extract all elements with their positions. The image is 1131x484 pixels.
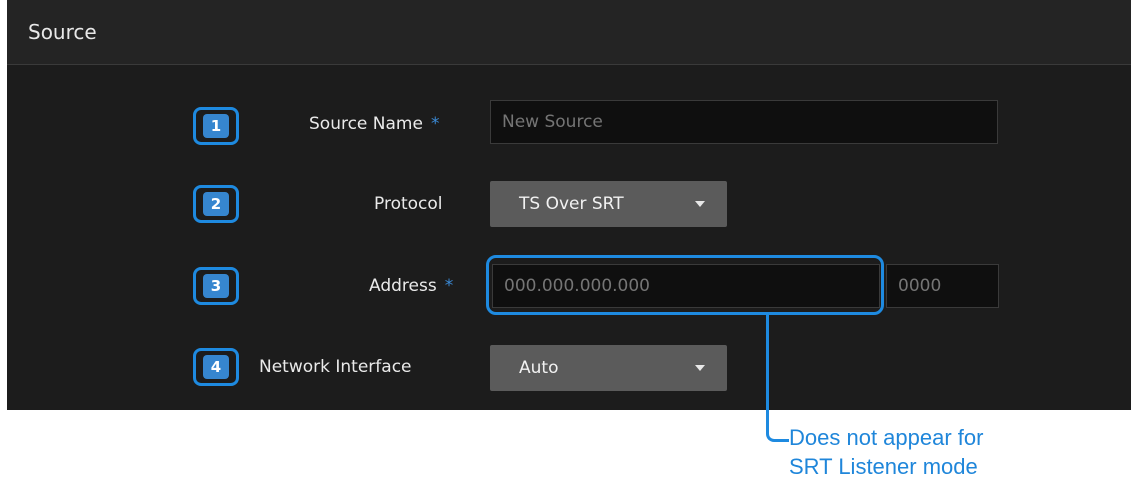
network-interface-selected-value: Auto <box>519 358 559 378</box>
panel-header: Source <box>7 0 1131 65</box>
callout-note: Does not appear for SRT Listener mode <box>789 423 983 481</box>
step-badge-1: 1 <box>193 107 239 145</box>
source-name-input[interactable] <box>490 100 998 144</box>
callout-line-2: SRT Listener mode <box>789 454 978 479</box>
source-name-label: Source Name * <box>309 114 439 134</box>
protocol-label: Protocol <box>374 194 443 214</box>
step-badge-3: 3 <box>193 267 239 305</box>
required-asterisk: * <box>444 276 454 296</box>
callout-leader-hook <box>766 427 789 442</box>
network-interface-label: Network Interface <box>259 357 412 377</box>
source-name-label-text: Source Name <box>309 114 423 134</box>
step-number-1: 1 <box>203 114 229 138</box>
network-interface-select[interactable]: Auto <box>490 345 727 391</box>
caret-down-icon <box>695 365 705 371</box>
step-badge-4: 4 <box>193 348 239 386</box>
step-number-3: 3 <box>203 274 229 298</box>
callout-leader-line <box>766 314 769 430</box>
required-asterisk: * <box>430 114 440 134</box>
step-number-4: 4 <box>203 355 229 379</box>
callout-line-1: Does not appear for <box>789 425 984 450</box>
address-label-text: Address <box>369 276 437 296</box>
protocol-select[interactable]: TS Over SRT <box>490 181 727 227</box>
panel-title: Source <box>28 20 97 44</box>
port-input[interactable] <box>886 264 999 308</box>
address-label: Address * <box>369 276 453 296</box>
protocol-selected-value: TS Over SRT <box>519 194 624 214</box>
source-panel: Source 1 Source Name * 2 Protocol TS Over… <box>7 0 1131 410</box>
step-badge-2: 2 <box>193 185 239 223</box>
step-number-2: 2 <box>203 192 229 216</box>
address-highlight-box <box>486 255 884 315</box>
caret-down-icon <box>695 201 705 207</box>
